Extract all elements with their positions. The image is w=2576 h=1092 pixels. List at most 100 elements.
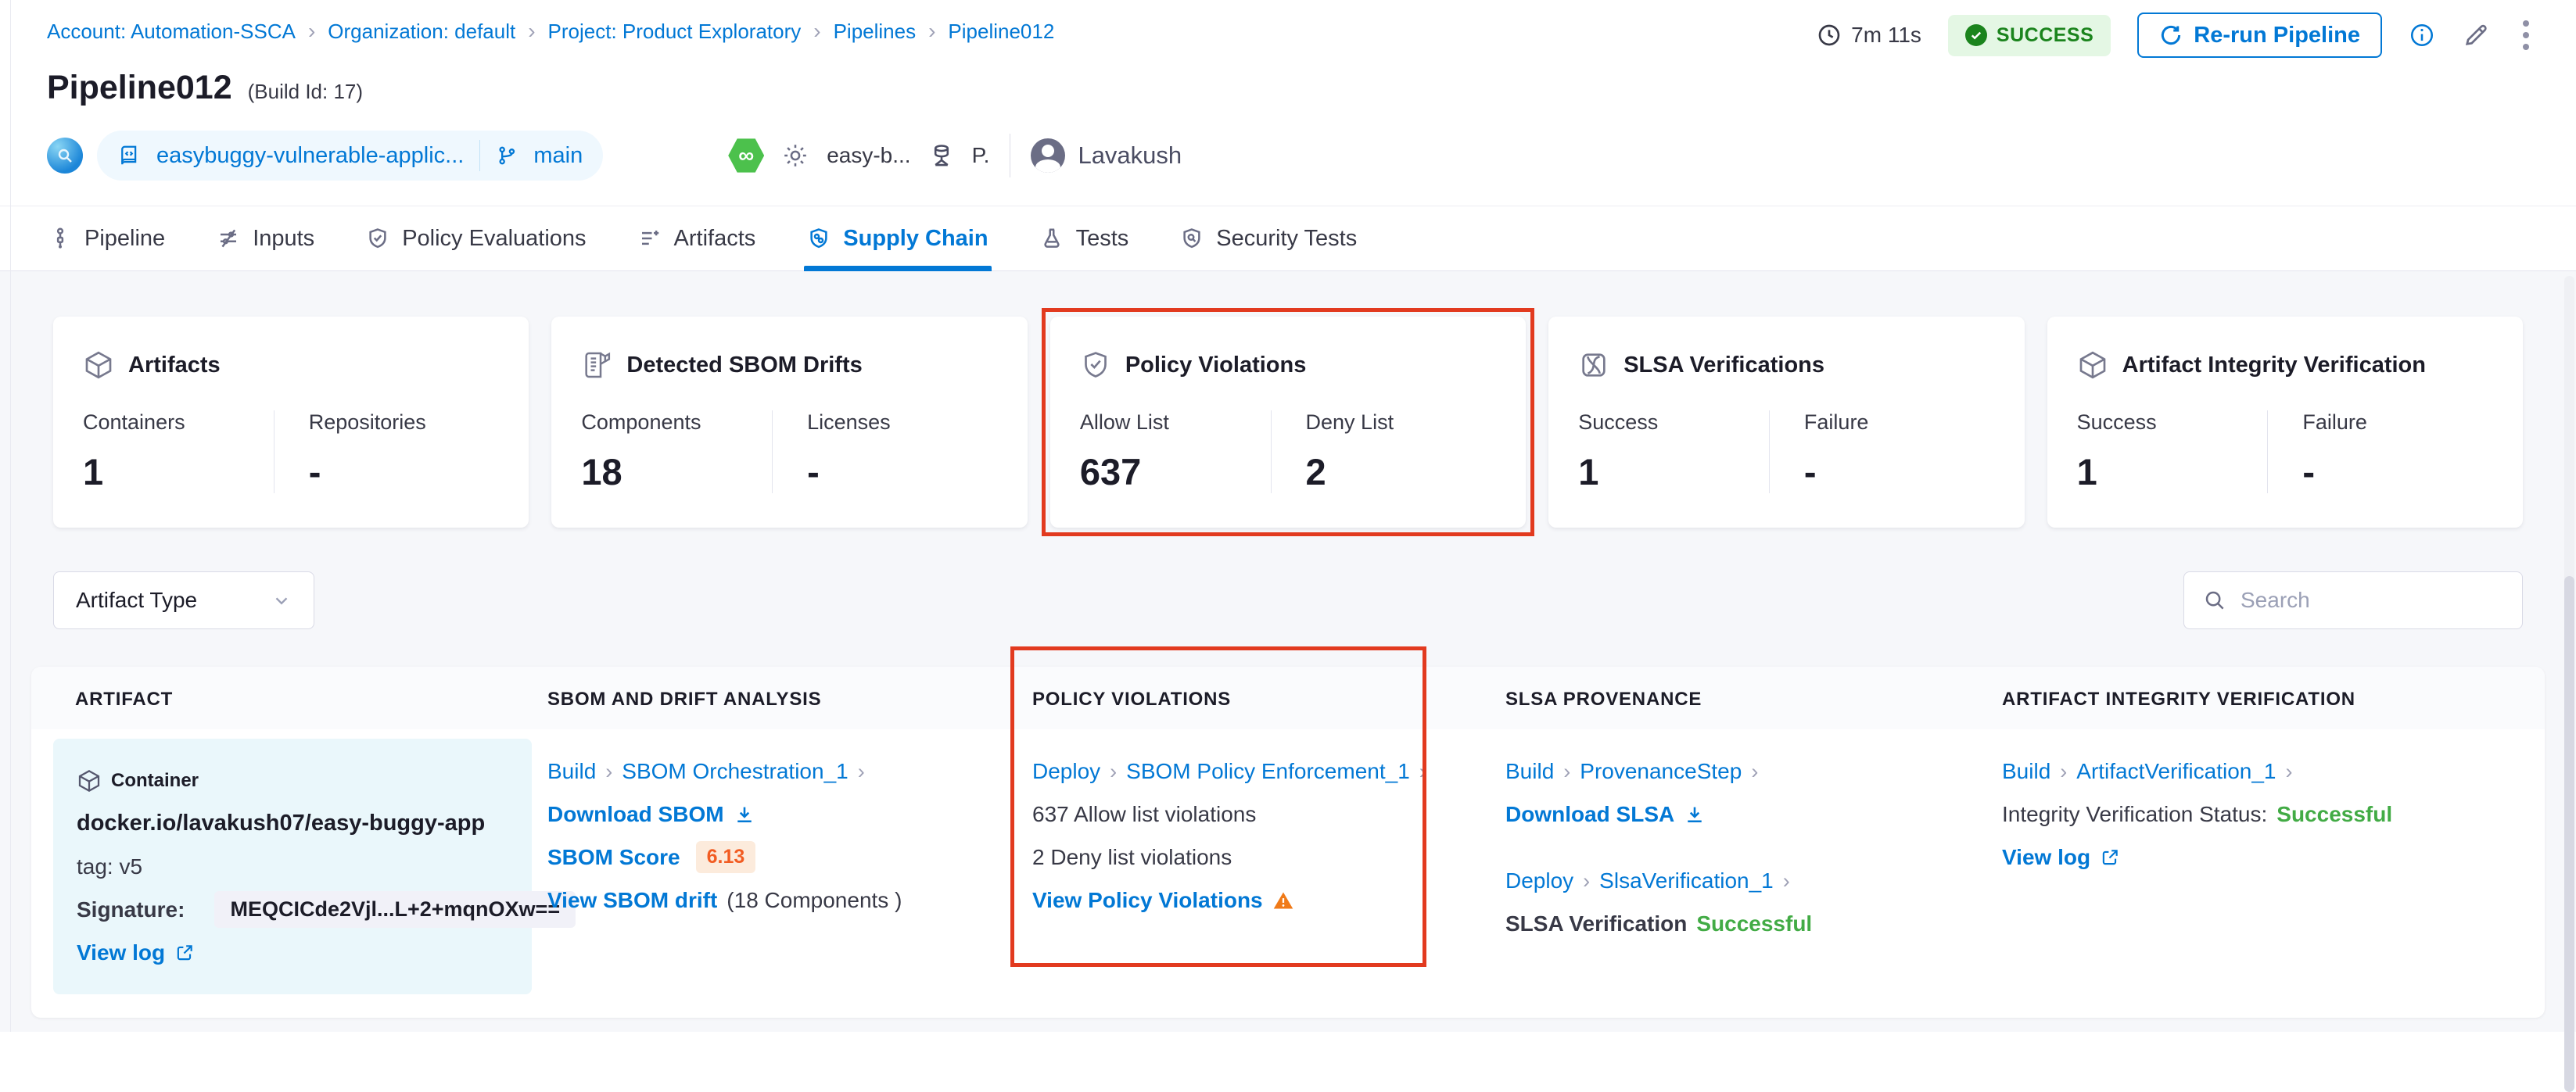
search-input[interactable] [2241, 588, 2503, 613]
drift-component-count: (18 Components ) [727, 888, 902, 913]
info-icon [2409, 22, 2435, 48]
view-log-link[interactable]: View log [2002, 845, 2090, 870]
card-title-text: Artifacts [128, 353, 221, 378]
chevron-right-icon [1583, 868, 1590, 893]
cube-icon [83, 349, 114, 381]
pencil-icon [2462, 21, 2490, 49]
tab-pipeline[interactable]: Pipeline [48, 206, 165, 270]
chevron-right-icon [813, 19, 820, 44]
slsa-step2-link[interactable]: SlsaVerification_1 [1599, 868, 1774, 893]
rerun-pipeline-button[interactable]: Re-run Pipeline [2137, 13, 2382, 58]
card-title-text: Policy Violations [1125, 353, 1307, 378]
breadcrumb-project[interactable]: Project: Product Exploratory [548, 20, 802, 44]
summary-cards: Artifacts Containers 1 Repositories - [53, 317, 2523, 528]
signature-value[interactable]: MEQCICde2Vjl...L+2+mqnOXw== [214, 891, 576, 928]
tab-tests[interactable]: Tests [1040, 206, 1129, 270]
slsa-step1-link[interactable]: ProvenanceStep [1580, 759, 1742, 784]
download-icon [734, 804, 755, 825]
artifact-tag: tag: v5 [77, 854, 142, 879]
meta-row: easybuggy-vulnerable-applic... main ∞ ea… [47, 131, 2535, 181]
tab-artifacts[interactable]: Artifacts [638, 206, 756, 270]
artifact-type-label: Artifact Type [76, 588, 197, 613]
status-text: SUCCESS [1997, 24, 2093, 47]
repo-branch-pill[interactable]: easybuggy-vulnerable-applic... main [97, 131, 603, 181]
download-icon [1684, 804, 1706, 825]
table-row: Container docker.io/lavakush07/easy-bugg… [53, 739, 2523, 994]
tab-label: Tests [1076, 226, 1129, 252]
pipeline-icon [48, 227, 72, 250]
scrollbar-thumb[interactable] [2564, 576, 2574, 1092]
card-artifact-integrity: Artifact Integrity Verification Success … [2047, 317, 2523, 528]
inputs-icon [217, 227, 240, 250]
pill-divider [479, 140, 480, 171]
card-title-text: Detected SBOM Drifts [626, 353, 862, 378]
artifact-type: Container [111, 770, 199, 792]
tab-label: Policy Evaluations [402, 226, 586, 252]
breadcrumb-organization[interactable]: Organization: default [328, 20, 515, 44]
sbom-step-link[interactable]: SBOM Orchestration_1 [622, 759, 848, 784]
tab-label: Supply Chain [843, 226, 988, 252]
slsa-verification-status: Successful [1696, 911, 1812, 936]
deny-list-violations: 2 Deny list violations [1032, 845, 1232, 870]
slsa-verification-label: SLSA Verification [1505, 911, 1687, 936]
column-header-policy-violations: Policy Violations [1032, 689, 1505, 711]
view-policy-violations-link[interactable]: View Policy Violations [1032, 888, 1263, 913]
stat-slsa-failure: Failure - [1769, 410, 1995, 493]
trigger-name[interactable]: easy-b... [827, 143, 910, 168]
slsa-stage1-link[interactable]: Build [1505, 759, 1554, 784]
title-row: Pipeline012 (Build Id: 17) [47, 69, 2535, 107]
allow-list-violations: 637 Allow list violations [1032, 802, 1256, 827]
gear-icon [781, 141, 809, 170]
rerun-label: Re-run Pipeline [2194, 23, 2360, 48]
column-header-sbom: SBOM and Drift Analysis [547, 689, 1032, 711]
breadcrumb-account[interactable]: Account: Automation-SSCA [47, 20, 296, 44]
user-avatar [1031, 138, 1065, 173]
artifact-integrity-cell: Build ArtifactVerification_1 Integrity V… [2002, 739, 2523, 994]
trigger-type-icon [928, 142, 955, 169]
tab-security-tests[interactable]: Security Tests [1180, 206, 1357, 270]
more-options-button[interactable] [2517, 17, 2535, 53]
integrity-step-link[interactable]: ArtifactVerification_1 [2076, 759, 2276, 784]
info-button[interactable] [2409, 22, 2435, 48]
sbom-stage-link[interactable]: Build [547, 759, 596, 784]
tab-inputs[interactable]: Inputs [217, 206, 314, 270]
breadcrumb-pipeline012[interactable]: Pipeline012 [948, 20, 1054, 44]
tab-policy-evaluations[interactable]: Policy Evaluations [366, 206, 586, 270]
policy-stage-link[interactable]: Deploy [1032, 759, 1100, 784]
chevron-right-icon [2286, 759, 2293, 784]
supply-chain-icon [807, 227, 831, 250]
view-log-link[interactable]: View log [77, 940, 165, 965]
search-icon [2203, 589, 2226, 612]
status-badge: SUCCESS [1948, 15, 2111, 56]
trigger-suffix: P. [972, 143, 990, 168]
tab-supply-chain[interactable]: Supply Chain [807, 206, 988, 270]
shield-check-icon [366, 227, 389, 250]
slsa-provenance-cell: Build ProvenanceStep Download SLSA Deplo… [1505, 739, 2002, 994]
download-sbom-link[interactable]: Download SBOM [547, 802, 724, 827]
module-icon [47, 138, 83, 174]
stat-containers: Containers 1 [83, 410, 274, 493]
integrity-stage-link[interactable]: Build [2002, 759, 2050, 784]
page-header: Account: Automation-SSCA Organization: d… [0, 0, 2576, 181]
edit-pipeline-button[interactable] [2462, 21, 2490, 49]
duration-text: 7m 11s [1851, 23, 1921, 48]
chevron-right-icon [2060, 759, 2067, 784]
chevron-right-icon [1783, 868, 1790, 893]
download-slsa-link[interactable]: Download SLSA [1505, 802, 1674, 827]
card-artifacts: Artifacts Containers 1 Repositories - [53, 317, 529, 528]
breadcrumb-pipelines[interactable]: Pipelines [834, 20, 917, 44]
trigger-info: ∞ easy-b... P. [728, 138, 989, 174]
sbom-document-icon [581, 349, 612, 381]
sbom-score-label[interactable]: SBOM Score [547, 845, 680, 870]
slsa-icon [1578, 349, 1609, 381]
clock-icon [1817, 23, 1842, 48]
policy-step-link[interactable]: SBOM Policy Enforcement_1 [1126, 759, 1410, 784]
artifact-name: docker.io/lavakush07/easy-buggy-app [77, 811, 485, 836]
shield-check-icon [1080, 349, 1111, 381]
slsa-stage2-link[interactable]: Deploy [1505, 868, 1573, 893]
artifact-type-select[interactable]: Artifact Type [53, 571, 314, 629]
build-id: (Build Id: 17) [248, 80, 363, 104]
flask-icon [1040, 227, 1064, 250]
view-sbom-drift-link[interactable]: View SBOM drift [547, 888, 717, 913]
tab-label: Security Tests [1216, 226, 1357, 252]
